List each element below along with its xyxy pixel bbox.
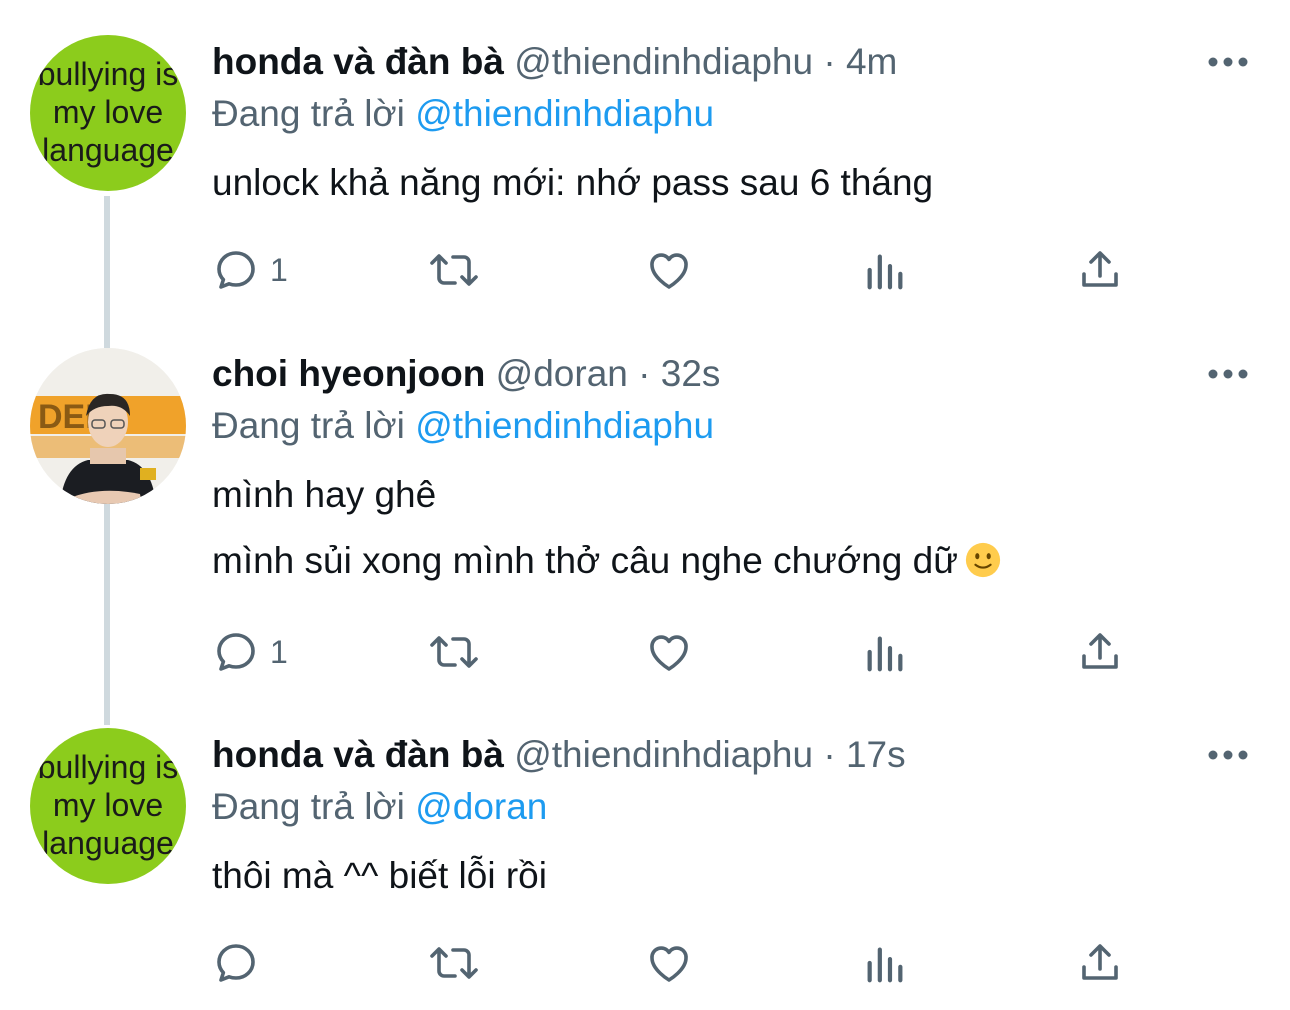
display-name[interactable]: honda và đàn bà [212, 734, 504, 775]
retweet-icon [430, 254, 478, 286]
avatar-text-line: language [42, 825, 174, 861]
user-handle[interactable]: @thiendinhdiaphu [514, 41, 813, 82]
user-handle[interactable]: @thiendinhdiaphu [514, 734, 813, 775]
tweet-text: thôi mà ^^ biết lỗi rồi [212, 855, 547, 896]
replying-to: Đang trả lời @doran [212, 785, 547, 829]
retweet-button[interactable] [426, 935, 482, 991]
avatar-text-line: bullying is [38, 749, 179, 785]
display-name[interactable]: choi hyeonjoon [212, 353, 485, 394]
action-bar: 1 [212, 242, 1132, 298]
reply-count: 1 [270, 251, 288, 288]
avatar[interactable]: DEL [30, 348, 186, 504]
reply-icon [217, 633, 255, 671]
reply-button[interactable]: 1 [212, 624, 288, 680]
replying-to-mention[interactable]: @doran [415, 786, 547, 827]
tweet-text: unlock khả năng mới: nhớ pass sau 6 thán… [212, 162, 934, 203]
replying-to-mention[interactable]: @thiendinhdiaphu [415, 405, 714, 446]
retweet-button[interactable] [426, 242, 482, 298]
thread-connector-line [104, 340, 110, 348]
avatar[interactable]: bullying is my love language [30, 728, 186, 884]
retweet-icon [430, 636, 478, 668]
like-button[interactable] [644, 935, 694, 991]
separator-dot: · [823, 734, 836, 775]
tweet-text-line: mình hay ghê [212, 474, 437, 515]
analytics-icon [867, 254, 903, 290]
replying-to-label: Đang trả lời [212, 93, 405, 134]
tweet[interactable]: DEL choi hyeonjoon @doran · 32s Đang trả… [0, 340, 1290, 725]
share-button[interactable] [1076, 242, 1124, 298]
analytics-button[interactable] [862, 242, 908, 298]
replying-to-label: Đang trả lời [212, 405, 405, 446]
like-icon [650, 946, 688, 982]
like-icon [650, 253, 688, 289]
user-handle[interactable]: @doran [496, 353, 628, 394]
avatar-text-line: bullying is [38, 56, 179, 92]
tweet-header: choi hyeonjoon @doran · 32s [212, 352, 720, 396]
display-name[interactable]: honda và đàn bà [212, 41, 504, 82]
reply-icon [217, 251, 255, 289]
retweet-icon [430, 947, 478, 979]
replying-to: Đang trả lời @thiendinhdiaphu [212, 404, 714, 448]
slightly-smiling-face-emoji [965, 542, 1001, 578]
share-icon [1082, 251, 1118, 287]
analytics-button[interactable] [862, 935, 908, 991]
tweet[interactable]: bullying is my love language honda và đà… [0, 0, 1290, 340]
more-icon[interactable] [1206, 745, 1250, 765]
timestamp[interactable]: 32s [661, 353, 721, 394]
tweet[interactable]: bullying is my love language honda và đà… [0, 725, 1290, 1010]
like-button[interactable] [644, 242, 694, 298]
tweet-text-line-content: mình sủi xong mình thở câu nghe chướng d… [212, 540, 958, 581]
retweet-button[interactable] [426, 624, 482, 680]
analytics-icon [867, 636, 903, 672]
separator-dot: · [638, 353, 651, 394]
share-button[interactable] [1076, 935, 1124, 991]
share-icon [1082, 633, 1118, 669]
replying-to: Đang trả lời @thiendinhdiaphu [212, 92, 714, 136]
separator-dot: · [823, 41, 836, 82]
more-icon[interactable] [1206, 52, 1250, 72]
conversation-thread: bullying is my love language honda và đà… [0, 0, 1290, 1010]
avatar-text-line: my love [53, 94, 163, 130]
tweet-text-line: mình sủi xong mình thở câu nghe chướng d… [212, 539, 1002, 583]
analytics-icon [867, 947, 903, 983]
avatar[interactable]: bullying is my love language [30, 35, 186, 191]
reply-icon [217, 944, 255, 982]
reply-button[interactable] [212, 935, 270, 991]
avatar-text-line: language [42, 132, 174, 168]
action-bar [212, 935, 1132, 991]
thread-connector-line [104, 196, 110, 340]
reply-button[interactable]: 1 [212, 242, 288, 298]
action-bar: 1 [212, 624, 1132, 680]
like-icon [650, 635, 688, 671]
timestamp[interactable]: 4m [846, 41, 897, 82]
thread-connector-line [104, 504, 110, 725]
tweet-header: honda và đàn bà @thiendinhdiaphu · 17s [212, 733, 906, 777]
tweet-header: honda và đàn bà @thiendinhdiaphu · 4m [212, 40, 897, 84]
replying-to-mention[interactable]: @thiendinhdiaphu [415, 93, 714, 134]
more-icon[interactable] [1206, 364, 1250, 384]
avatar-text-line: my love [53, 787, 163, 823]
analytics-button[interactable] [862, 624, 908, 680]
timestamp[interactable]: 17s [846, 734, 906, 775]
like-button[interactable] [644, 624, 694, 680]
reply-count: 1 [270, 633, 288, 670]
share-icon [1082, 944, 1118, 980]
replying-to-label: Đang trả lời [212, 786, 405, 827]
share-button[interactable] [1076, 624, 1124, 680]
